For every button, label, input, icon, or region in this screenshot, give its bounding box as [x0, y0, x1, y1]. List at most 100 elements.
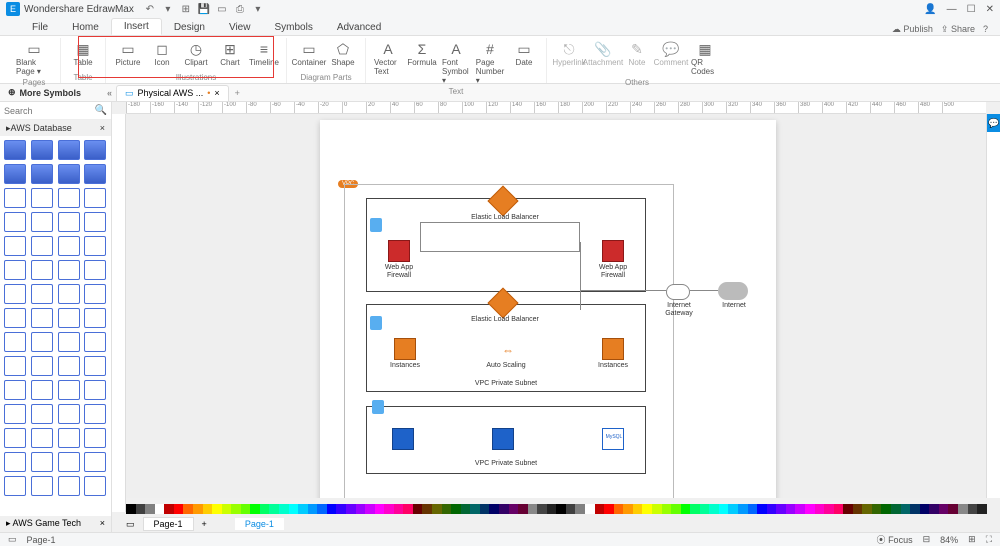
shape-item[interactable] [4, 188, 26, 208]
collapse-icon[interactable]: « [107, 88, 112, 98]
color-swatch[interactable] [633, 504, 643, 514]
color-swatch[interactable] [336, 504, 346, 514]
add-page-button[interactable]: + [202, 519, 207, 529]
internet-icon[interactable] [718, 282, 748, 300]
new-icon[interactable]: ⊞ [180, 4, 192, 15]
zoom-in-icon[interactable]: ⊞ [968, 534, 976, 545]
color-swatch[interactable] [872, 504, 882, 514]
color-swatch[interactable] [231, 504, 241, 514]
color-swatch[interactable] [413, 504, 423, 514]
shape-item[interactable] [84, 284, 106, 304]
color-swatch[interactable] [662, 504, 672, 514]
waf-right-icon[interactable] [602, 240, 624, 262]
color-swatch[interactable] [748, 504, 758, 514]
shape-item[interactable] [84, 380, 106, 400]
canvas[interactable]: VPC Elastic Load Balancer Web App Firewa… [126, 114, 986, 498]
color-swatch[interactable] [709, 504, 719, 514]
color-swatch[interactable] [260, 504, 270, 514]
color-swatch[interactable] [136, 504, 146, 514]
shape-item[interactable] [4, 236, 26, 256]
waf-left-icon[interactable] [388, 240, 410, 262]
shape-item[interactable] [58, 380, 80, 400]
color-swatch[interactable] [556, 504, 566, 514]
color-swatch[interactable] [346, 504, 356, 514]
tab-symbols[interactable]: Symbols [262, 20, 324, 35]
focus-toggle[interactable]: ⦿ Focus [877, 533, 913, 546]
avatar-icon[interactable]: 👤 [924, 4, 936, 15]
igw-icon[interactable] [666, 284, 690, 300]
shape-item[interactable] [31, 356, 53, 376]
hyperlink-button[interactable]: ⎋Hyperlink [553, 38, 585, 78]
color-swatch[interactable] [509, 504, 519, 514]
color-swatch[interactable] [920, 504, 930, 514]
icon-button[interactable]: ◻Icon [146, 38, 178, 69]
color-swatch[interactable] [155, 504, 165, 514]
color-swatch[interactable] [566, 504, 576, 514]
color-swatch[interactable] [757, 504, 767, 514]
shape-item[interactable] [84, 356, 106, 376]
blank-page-button[interactable]: ▭Blank Page ▾ [14, 38, 54, 78]
color-swatch[interactable] [776, 504, 786, 514]
shape-item[interactable] [31, 308, 53, 328]
color-swatch[interactable] [968, 504, 978, 514]
color-swatch[interactable] [480, 504, 490, 514]
symbol-search[interactable]: 🔍 [0, 102, 111, 120]
color-swatch[interactable] [767, 504, 777, 514]
color-swatch[interactable] [289, 504, 299, 514]
shape-item[interactable] [58, 308, 80, 328]
color-swatch[interactable] [642, 504, 652, 514]
date-button[interactable]: ▭Date [508, 38, 540, 87]
color-swatch[interactable] [327, 504, 337, 514]
shape-item[interactable] [31, 236, 53, 256]
shape-item[interactable] [84, 164, 106, 184]
shape-item[interactable] [31, 380, 53, 400]
color-swatch[interactable] [623, 504, 633, 514]
db-left-icon[interactable] [392, 428, 414, 450]
shape-item[interactable] [84, 236, 106, 256]
color-swatch[interactable] [384, 504, 394, 514]
color-swatch[interactable] [174, 504, 184, 514]
shape-item[interactable] [58, 356, 80, 376]
shape-item[interactable] [31, 428, 53, 448]
color-swatch[interactable] [422, 504, 432, 514]
color-swatch[interactable] [585, 504, 595, 514]
shape-item[interactable] [58, 212, 80, 232]
clipart-button[interactable]: ◷Clipart [180, 38, 212, 69]
table-button[interactable]: ▦Table [67, 38, 99, 69]
shape-item[interactable] [4, 284, 26, 304]
page-tab-1[interactable]: Page-1 [143, 517, 194, 531]
shape-item[interactable] [31, 188, 53, 208]
color-swatch[interactable] [652, 504, 662, 514]
shape-item[interactable] [84, 308, 106, 328]
shape-item[interactable] [58, 188, 80, 208]
shape-item[interactable] [31, 260, 53, 280]
close-tab-icon[interactable]: × [214, 88, 219, 98]
color-swatch[interactable] [518, 504, 528, 514]
color-swatch[interactable] [948, 504, 958, 514]
color-swatch[interactable] [212, 504, 222, 514]
shape-item[interactable] [4, 140, 26, 160]
redo-dropdown[interactable]: ▾ [162, 4, 174, 15]
shape-item[interactable] [31, 164, 53, 184]
shape-item[interactable] [31, 404, 53, 424]
color-swatch[interactable] [470, 504, 480, 514]
qrcodes-button[interactable]: ▦QR Codes [689, 38, 721, 78]
color-swatch[interactable] [222, 504, 232, 514]
shape-item[interactable] [58, 452, 80, 472]
color-swatch[interactable] [786, 504, 796, 514]
shape-item[interactable] [4, 380, 26, 400]
shape-item[interactable] [4, 164, 26, 184]
color-swatch[interactable] [595, 504, 605, 514]
picture-button[interactable]: ▭Picture [112, 38, 144, 69]
shape-item[interactable] [58, 140, 80, 160]
zoom-out-icon[interactable]: ⊟ [923, 534, 931, 545]
color-swatch[interactable] [183, 504, 193, 514]
color-swatch[interactable] [250, 504, 260, 514]
doc-tab[interactable]: ▭ Physical AWS ... • × [116, 85, 229, 101]
inst-right-icon[interactable] [602, 338, 624, 360]
db-mid-icon[interactable] [492, 428, 514, 450]
color-swatch[interactable] [834, 504, 844, 514]
pages-icon[interactable]: ▭ [126, 519, 135, 530]
color-swatch[interactable] [977, 504, 987, 514]
tab-file[interactable]: File [20, 20, 60, 35]
